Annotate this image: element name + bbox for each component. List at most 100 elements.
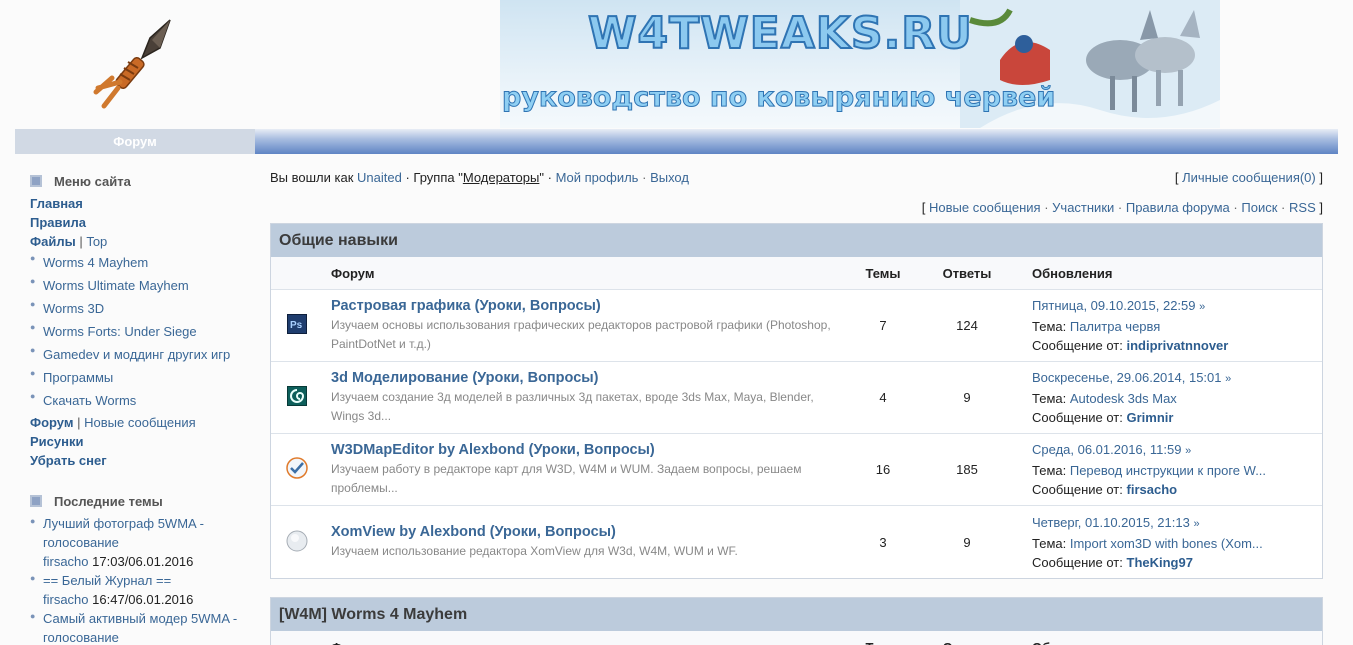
- separator: ·: [1281, 200, 1286, 215]
- category-title[interactable]: [W4M] Worms 4 Mayhem: [271, 598, 1322, 631]
- sidebar-file-item[interactable]: ● Скачать Worms: [30, 389, 255, 412]
- separator: ·: [1233, 200, 1238, 215]
- last-author-link[interactable]: firsacho: [1127, 482, 1178, 497]
- sidebar-item-rules[interactable]: Правила: [30, 213, 255, 232]
- header-updates: Обновления: [1032, 266, 1113, 281]
- bracket: ]: [1319, 200, 1323, 215]
- last-topic-link[interactable]: Перевод инструкции к проге W...: [1070, 463, 1266, 478]
- forum-topics-count: 3: [879, 534, 887, 550]
- sidebar-file-link[interactable]: Worms Forts: Under Siege: [43, 320, 197, 343]
- header-replies: Ответы: [918, 631, 1016, 645]
- sidebar-file-link[interactable]: Worms Ultimate Mayhem: [43, 274, 189, 297]
- sidebar-file-link[interactable]: Программы: [43, 366, 113, 389]
- sidebar-file-item[interactable]: ● Worms 4 Mayhem: [30, 251, 255, 274]
- forum-topics-count: 4: [879, 390, 887, 405]
- sidebar-item-new-posts[interactable]: Новые сообщения: [84, 415, 196, 430]
- sidebar-file-link[interactable]: Worms 3D: [43, 297, 104, 320]
- sidebar-file-item[interactable]: ● Worms Forts: Under Siege: [30, 320, 255, 343]
- rss-link[interactable]: RSS: [1289, 200, 1316, 215]
- latest-topic-user[interactable]: firsacho: [43, 554, 89, 569]
- site-banner[interactable]: W4TWEAKS.RU руководство по ковырянию чер…: [500, 0, 1220, 128]
- from-label: Сообщение от:: [1032, 482, 1123, 497]
- topic-label: Тема:: [1032, 535, 1067, 551]
- sidebar-item-files[interactable]: Файлы: [30, 234, 76, 249]
- bullet-icon: ●: [30, 345, 36, 355]
- category-title[interactable]: Общие навыки: [271, 224, 1322, 257]
- bullet-icon: ●: [30, 573, 36, 583]
- sidebar-item-forum[interactable]: Форум: [30, 415, 73, 430]
- arrow-icon[interactable]: »: [1225, 373, 1231, 385]
- sidebar-files-row: Файлы | Top: [30, 232, 255, 251]
- sidebar-file-link[interactable]: Скачать Worms: [43, 389, 136, 412]
- last-post-date-link[interactable]: Пятница, 09.10.2015, 22:59: [1032, 298, 1196, 313]
- category-general-skills: Общие навыки Форум Темы Ответы Обновлени…: [270, 223, 1323, 579]
- forum-name-link[interactable]: 3d Моделирование (Уроки, Вопросы): [331, 369, 848, 388]
- site-subtitle: руководство по ковырянию червей: [501, 82, 1056, 114]
- last-author-link[interactable]: TheKing97: [1127, 555, 1193, 570]
- sidebar-file-item[interactable]: ● Gamedev и моддинг других игр: [30, 343, 255, 366]
- header-icon-col: [271, 631, 323, 645]
- forum-name-link[interactable]: Растровая графика (Уроки, Вопросы): [331, 297, 848, 316]
- last-topic-link[interactable]: Import xom3D with bones (Xom...: [1070, 536, 1263, 551]
- sidebar-item-pictures[interactable]: Рисунки: [30, 432, 255, 451]
- latest-topic-link[interactable]: == Белый Журнал ==: [43, 573, 171, 588]
- my-profile-link[interactable]: Мой профиль: [556, 170, 639, 185]
- forum-replies-count: 9: [963, 390, 971, 405]
- logged-as-label: Вы вошли как: [270, 170, 354, 185]
- bracket: ]: [1319, 170, 1323, 185]
- forum-links-bar: [ Новые сообщения · Участники · Правила …: [922, 200, 1323, 215]
- header-icon-col: [271, 257, 323, 289]
- from-label: Сообщение от:: [1032, 554, 1123, 570]
- header-replies: Ответы: [942, 266, 992, 281]
- separator: ·: [1044, 200, 1049, 215]
- latest-topic-link[interactable]: Самый активный модер 5WMA - голосование: [43, 611, 237, 645]
- sidebar-file-item[interactable]: ● Worms Ultimate Mayhem: [30, 274, 255, 297]
- bullet-icon: ●: [30, 299, 36, 309]
- last-author-link[interactable]: indiprivatnnover: [1127, 338, 1229, 353]
- sidebar-file-link[interactable]: Gamedev и моддинг других игр: [43, 343, 230, 366]
- bullet-icon: ●: [30, 276, 36, 286]
- forum-name-link[interactable]: W3DMapEditor by Alexbond (Уроки, Вопросы…: [331, 441, 848, 460]
- latest-title: Последние темы: [54, 493, 163, 509]
- category-w4m: [W4M] Worms 4 Mayhem Форум Темы Ответы О…: [270, 597, 1323, 645]
- header-forum: Форум: [323, 631, 848, 645]
- forum-name-link[interactable]: XomView by Alexbond (Уроки, Вопросы): [331, 523, 848, 542]
- username-link[interactable]: Unaited: [357, 170, 402, 185]
- sidebar-item-top[interactable]: Top: [86, 234, 107, 249]
- members-link[interactable]: Участники: [1052, 200, 1114, 215]
- table-header: Форум Темы Ответы Обновления: [271, 631, 1322, 645]
- sidebar-forum-row: Форум | Новые сообщения: [30, 413, 255, 432]
- sidebar-file-item[interactable]: ● Worms 3D: [30, 297, 255, 320]
- last-post-date-link[interactable]: Четверг, 01.10.2015, 21:13: [1032, 515, 1190, 530]
- sidebar-item-main[interactable]: Главная: [30, 194, 255, 213]
- logout-link[interactable]: Выход: [650, 170, 689, 185]
- latest-topic-user[interactable]: firsacho: [43, 592, 89, 607]
- sidebar-file-item[interactable]: ● Программы: [30, 366, 255, 389]
- bullet-icon: ●: [30, 611, 36, 621]
- arrow-icon[interactable]: »: [1185, 445, 1191, 457]
- arrow-icon[interactable]: »: [1193, 518, 1199, 530]
- forum-replies-count: 124: [956, 318, 978, 333]
- group-suffix: " ·: [539, 170, 552, 185]
- latest-topic-time: 16:47/06.01.2016: [92, 592, 194, 607]
- group-link[interactable]: Модераторы: [463, 170, 540, 185]
- forum-rules-link[interactable]: Правила форума: [1126, 200, 1230, 215]
- arrow-icon[interactable]: »: [1199, 301, 1205, 313]
- last-topic-link[interactable]: Палитра червя: [1070, 319, 1160, 334]
- last-post-date-link[interactable]: Воскресенье, 29.06.2014, 15:01: [1032, 370, 1222, 385]
- from-label: Сообщение от:: [1032, 338, 1123, 353]
- sidebar-item-remove-snow[interactable]: Убрать снег: [30, 451, 255, 470]
- last-post-date-link[interactable]: Среда, 06.01.2016, 11:59: [1032, 442, 1181, 457]
- bracket: [: [1174, 170, 1179, 185]
- latest-topic-item: ● == Белый Журнал == firsacho 16:47/06.01.…: [30, 571, 255, 609]
- last-topic-link[interactable]: Autodesk 3ds Max: [1070, 391, 1177, 406]
- site-logo[interactable]: [90, 18, 175, 110]
- sidebar-file-link[interactable]: Worms 4 Mayhem: [43, 251, 148, 274]
- last-author-link[interactable]: Grimnir: [1127, 410, 1174, 425]
- bullet-icon: ●: [30, 368, 36, 378]
- new-messages-link[interactable]: Новые сообщения: [929, 200, 1041, 215]
- latest-topic-link[interactable]: Лучший фотограф 5WMA - голосование: [43, 516, 204, 550]
- private-messages-link[interactable]: Личные сообщения(0): [1182, 170, 1316, 185]
- search-link[interactable]: Поиск: [1241, 200, 1277, 215]
- nav-forum-tab[interactable]: Форум: [15, 129, 255, 154]
